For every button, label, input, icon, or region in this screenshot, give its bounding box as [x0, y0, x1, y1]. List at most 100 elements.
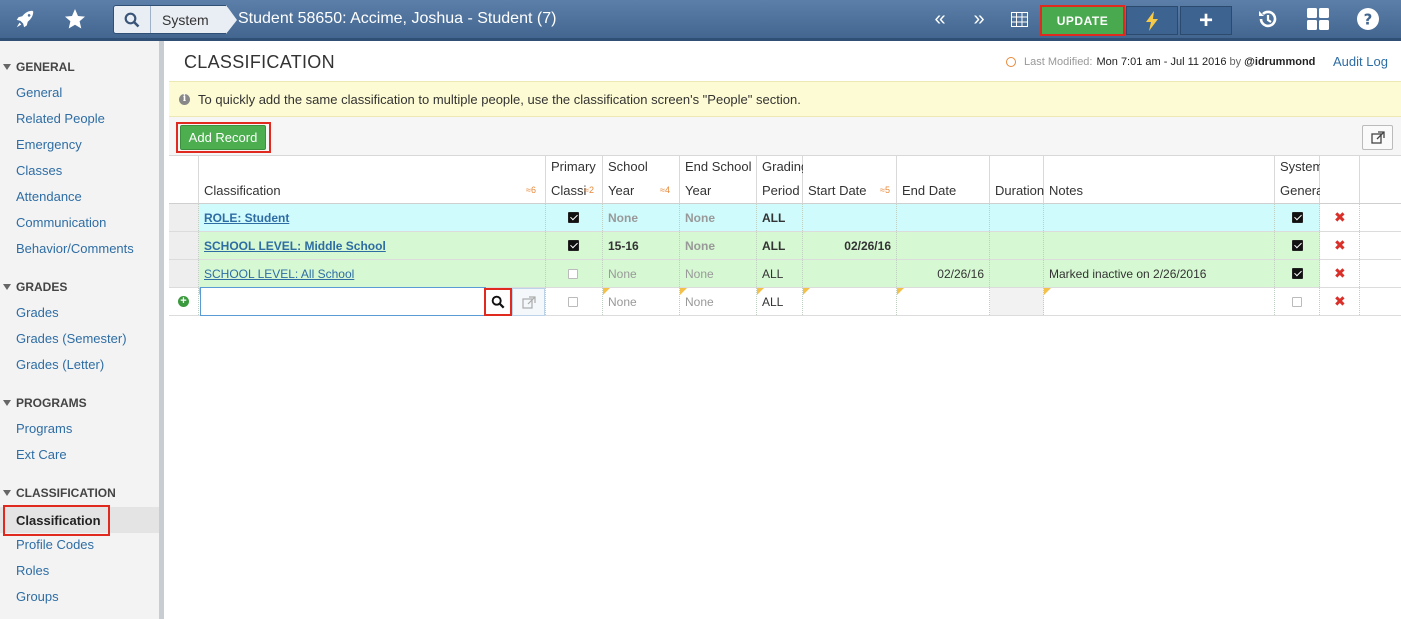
header-school-year[interactable]: School Year ≈4: [603, 156, 680, 204]
sidebar-item-grades-semester[interactable]: Grades (Semester): [16, 331, 127, 346]
primary-cell[interactable]: [546, 260, 603, 287]
delete-cell[interactable]: ✖: [1320, 204, 1360, 231]
header-end-date[interactable]: End Date: [897, 156, 990, 204]
classification-input[interactable]: [200, 287, 486, 316]
add-new-button[interactable]: +: [1180, 6, 1232, 35]
delete-cell[interactable]: ✖: [1320, 232, 1360, 259]
sidebar-item-general[interactable]: General: [16, 85, 62, 100]
school-year-cell[interactable]: None: [603, 204, 680, 231]
sidebar-item-emergency[interactable]: Emergency: [16, 137, 82, 152]
classification-cell[interactable]: SCHOOL LEVEL: All School: [199, 260, 546, 287]
sidebar-section-programs[interactable]: PROGRAMS: [0, 396, 87, 410]
sidebar-item-programs[interactable]: Programs: [16, 421, 72, 436]
dashboard-icon[interactable]: [1300, 0, 1336, 38]
sidebar-item-classes[interactable]: Classes: [16, 163, 62, 178]
sidebar-item-roles[interactable]: Roles: [16, 563, 49, 578]
delete-cell[interactable]: ✖: [1320, 260, 1360, 287]
start-date-cell[interactable]: 02/26/16: [803, 232, 897, 259]
sidebar-item-behavior-comments[interactable]: Behavior/Comments: [16, 241, 134, 256]
rocket-icon[interactable]: [10, 0, 40, 38]
end-school-year-cell[interactable]: None: [680, 260, 757, 287]
sidebar-item-ext-care[interactable]: Ext Care: [16, 447, 67, 462]
end-school-year-cell[interactable]: None: [680, 288, 757, 315]
grid-icon[interactable]: [1001, 0, 1037, 38]
primary-checkbox[interactable]: [568, 296, 578, 307]
sidebar-item-classification[interactable]: Classification: [3, 505, 110, 536]
sidebar-item-communication[interactable]: Communication: [16, 215, 106, 230]
notes-cell[interactable]: [1044, 204, 1275, 231]
grading-period-cell[interactable]: ALL: [757, 232, 803, 259]
table-row[interactable]: ROLE: Student None None ALL ✖: [169, 204, 1401, 232]
grading-period-cell[interactable]: ALL: [757, 288, 803, 315]
school-year-cell[interactable]: None: [603, 288, 680, 315]
header-duration[interactable]: Duration: [990, 156, 1044, 204]
add-circle-icon[interactable]: +: [178, 296, 189, 307]
sidebar-section-grades[interactable]: GRADES: [0, 280, 67, 294]
sidebar-item-attendance[interactable]: Attendance: [16, 189, 82, 204]
classification-cell[interactable]: SCHOOL LEVEL: Middle School: [199, 232, 546, 259]
external-link-icon[interactable]: [512, 288, 545, 316]
info-banner: i To quickly add the same classification…: [169, 81, 1401, 117]
notes-cell[interactable]: [1044, 288, 1275, 315]
sidebar-item-related-people[interactable]: Related People: [16, 111, 105, 126]
delete-cell[interactable]: ✖: [1320, 288, 1360, 315]
search-icon[interactable]: [114, 6, 151, 33]
end-date-cell[interactable]: [897, 288, 990, 315]
end-school-year-cell[interactable]: None: [680, 204, 757, 231]
start-date-cell[interactable]: [803, 260, 897, 287]
delete-icon[interactable]: ✖: [1334, 265, 1346, 282]
header-classification[interactable]: Classification ≈6: [199, 156, 546, 204]
header-start-date[interactable]: Start Date ≈5: [803, 156, 897, 204]
grading-period-cell[interactable]: ALL: [757, 260, 803, 287]
school-year-cell[interactable]: None: [603, 260, 680, 287]
primary-cell[interactable]: [546, 204, 603, 231]
bolt-icon[interactable]: [1126, 6, 1178, 35]
header-notes[interactable]: Notes: [1044, 156, 1275, 204]
popout-icon[interactable]: [1362, 125, 1393, 150]
add-record-button[interactable]: Add Record: [180, 125, 266, 150]
sidebar-item-grades-letter[interactable]: Grades (Letter): [16, 357, 104, 372]
table-row[interactable]: SCHOOL LEVEL: All School None None ALL 0…: [169, 260, 1401, 288]
end-date-cell[interactable]: [897, 204, 990, 231]
primary-checkbox[interactable]: [568, 212, 579, 223]
next-record-button[interactable]: »: [961, 0, 997, 38]
sidebar-item-groups[interactable]: Groups: [16, 589, 59, 604]
notes-cell[interactable]: [1044, 232, 1275, 259]
primary-cell[interactable]: [546, 288, 603, 315]
header-system-generated[interactable]: System Genera: [1275, 156, 1323, 204]
notes-cell[interactable]: Marked inactive on 2/26/2016: [1044, 260, 1275, 287]
start-date-cell[interactable]: [803, 204, 897, 231]
start-date-cell[interactable]: [803, 288, 897, 315]
delete-icon[interactable]: ✖: [1334, 237, 1346, 254]
grading-period-cell[interactable]: ALL: [757, 204, 803, 231]
primary-checkbox[interactable]: [568, 268, 578, 279]
sidebar-item-profile-codes[interactable]: Profile Codes: [16, 537, 94, 552]
header-primary[interactable]: Primary Classi ≈2: [546, 156, 603, 204]
header-grading-period[interactable]: Grading Period: [757, 156, 808, 204]
audit-log-link[interactable]: Audit Log: [1333, 54, 1388, 69]
add-row-cell[interactable]: +: [169, 288, 199, 315]
sidebar-section-classification[interactable]: CLASSIFICATION: [0, 486, 116, 500]
table-row[interactable]: SCHOOL LEVEL: Middle School 15-16 None A…: [169, 232, 1401, 260]
classification-search-button[interactable]: [484, 288, 512, 316]
end-date-cell[interactable]: 02/26/16: [897, 260, 990, 287]
end-school-year-cell[interactable]: None: [680, 232, 757, 259]
classification-cell[interactable]: ROLE: Student: [199, 204, 546, 231]
system-search[interactable]: System: [113, 5, 228, 34]
update-button[interactable]: UPDATE: [1040, 5, 1125, 36]
header-end-school-year[interactable]: End School Year: [680, 156, 757, 204]
history-icon[interactable]: [1250, 0, 1286, 38]
row-handle: [169, 204, 199, 231]
delete-icon[interactable]: ✖: [1334, 293, 1346, 310]
svg-text:?: ?: [1364, 11, 1373, 29]
sidebar-section-general[interactable]: GENERAL: [0, 60, 75, 74]
end-date-cell[interactable]: [897, 232, 990, 259]
previous-record-button[interactable]: «: [922, 0, 958, 38]
star-icon[interactable]: [60, 0, 90, 38]
sidebar-item-grades[interactable]: Grades: [16, 305, 59, 320]
primary-checkbox[interactable]: [568, 240, 579, 251]
delete-icon[interactable]: ✖: [1334, 209, 1346, 226]
primary-cell[interactable]: [546, 232, 603, 259]
school-year-cell[interactable]: 15-16: [603, 232, 680, 259]
help-icon[interactable]: ?: [1350, 0, 1386, 38]
